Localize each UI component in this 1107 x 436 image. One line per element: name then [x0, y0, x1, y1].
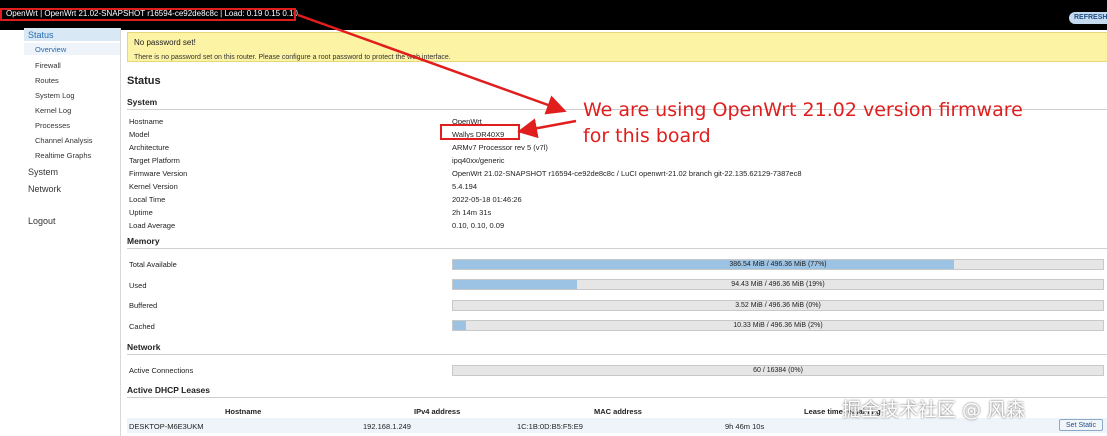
target-platform-value: ipq40xx/generic: [452, 156, 505, 165]
sidebar: Status Overview Firewall Routes System L…: [24, 28, 121, 436]
cached-label: Cached: [129, 322, 155, 331]
sidebar-item-firewall[interactable]: Firewall: [35, 61, 61, 70]
sidebar-item-realtime-graphs[interactable]: Realtime Graphs: [35, 151, 91, 160]
active-connections-bar: 60 / 16384 (0%): [452, 365, 1104, 376]
watermark: 掘金技术社区 @ 风森: [842, 399, 1026, 421]
load-average-label: Load Average: [129, 221, 176, 230]
main-content: No password set! There is no password se…: [122, 28, 1107, 436]
memory-heading: Memory: [127, 236, 160, 246]
firmware-version-label: Firmware Version: [129, 169, 188, 178]
sidebar-item-processes[interactable]: Processes: [35, 121, 70, 130]
used-label: Used: [129, 281, 147, 290]
annotation-line-2: for this board: [583, 125, 711, 147]
local-time-value: 2022-05-18 01:46:26: [452, 195, 522, 204]
sidebar-item-routes[interactable]: Routes: [35, 76, 59, 85]
architecture-value: ARMv7 Processor rev 5 (v7l): [452, 143, 548, 152]
bar-text: 3.52 MiB / 496.36 MiB (0%): [735, 302, 821, 309]
bar-text: 386.54 MiB / 496.36 MiB (77%): [729, 261, 827, 268]
sidebar-item-channel-analysis[interactable]: Channel Analysis: [35, 136, 93, 145]
cell-lease-time: 9h 46m 10s: [725, 422, 765, 431]
column-header-hostname: Hostname: [225, 407, 262, 416]
architecture-label: Architecture: [129, 143, 170, 152]
set-static-button[interactable]: Set Static: [1059, 419, 1103, 431]
alert-text: There is no password set on this router.…: [134, 54, 451, 61]
firmware-version-value: OpenWrt 21.02-SNAPSHOT r16594-ce92de8c8c…: [452, 169, 802, 178]
cell-mac: 1C:1B:0D:B5:F5:E9: [517, 422, 583, 431]
annotation-text: We are using OpenWrt 21.02 version firmw…: [583, 97, 1023, 149]
sidebar-item-kernel-log[interactable]: Kernel Log: [35, 106, 71, 115]
model-label: Model: [129, 130, 150, 139]
system-heading: System: [127, 97, 158, 107]
dhcp-heading: Active DHCP Leases: [127, 385, 210, 395]
cell-hostname: DESKTOP-M6E3UKM: [129, 422, 204, 431]
title-highlight-box: [0, 8, 296, 21]
divider: [127, 354, 1107, 355]
column-header-mac: MAC address: [594, 407, 642, 416]
annotation-line-1: We are using OpenWrt 21.02 version firmw…: [583, 99, 1023, 121]
cell-ipv4: 192.168.1.249: [363, 422, 411, 431]
kernel-version-label: Kernel Version: [129, 182, 178, 191]
active-connections-label: Active Connections: [129, 366, 194, 375]
alert-title: No password set!: [134, 38, 196, 47]
sidebar-item-overview[interactable]: Overview: [24, 43, 120, 55]
total-available-label: Total Available: [129, 260, 177, 269]
buffered-label: Buffered: [129, 301, 158, 310]
total-available-bar: 386.54 MiB / 496.36 MiB (77%): [452, 259, 1104, 270]
target-platform-label: Target Platform: [129, 156, 180, 165]
sidebar-section-label: Status: [28, 30, 54, 40]
load-average-value: 0.10, 0.10, 0.09: [452, 221, 505, 230]
no-password-alert: No password set! There is no password se…: [127, 32, 1107, 62]
uptime-label: Uptime: [129, 208, 153, 217]
sidebar-section-status[interactable]: Status: [24, 28, 120, 41]
model-highlight-box: [440, 124, 520, 140]
bar-text: 10.33 MiB / 496.36 MiB (2%): [733, 322, 823, 329]
kernel-version-value: 5.4.194: [452, 182, 478, 191]
buffered-bar: 3.52 MiB / 496.36 MiB (0%): [452, 300, 1104, 311]
uptime-value: 2h 14m 31s: [452, 208, 492, 217]
sidebar-section-system[interactable]: System: [28, 167, 58, 177]
divider: [127, 248, 1107, 249]
bar-text: 60 / 16384 (0%): [753, 367, 803, 374]
used-bar: 94.43 MiB / 496.36 MiB (19%): [452, 279, 1104, 290]
hostname-label: Hostname: [129, 117, 164, 126]
sidebar-item-system-log[interactable]: System Log: [35, 91, 75, 100]
sidebar-logout[interactable]: Logout: [28, 216, 56, 226]
column-header-ipv4: IPv4 address: [414, 407, 461, 416]
refresh-button[interactable]: REFRESH: [1069, 12, 1107, 24]
local-time-label: Local Time: [129, 195, 166, 204]
page-title: Status: [127, 75, 161, 87]
sidebar-section-network[interactable]: Network: [28, 184, 61, 194]
bar-text: 94.43 MiB / 496.36 MiB (19%): [731, 281, 825, 288]
sidebar-item-label: Overview: [35, 45, 67, 54]
header-bar: OpenWrt | OpenWrt 21.02-SNAPSHOT r16594-…: [0, 0, 1107, 30]
cached-bar: 10.33 MiB / 496.36 MiB (2%): [452, 320, 1104, 331]
network-heading: Network: [127, 342, 161, 352]
